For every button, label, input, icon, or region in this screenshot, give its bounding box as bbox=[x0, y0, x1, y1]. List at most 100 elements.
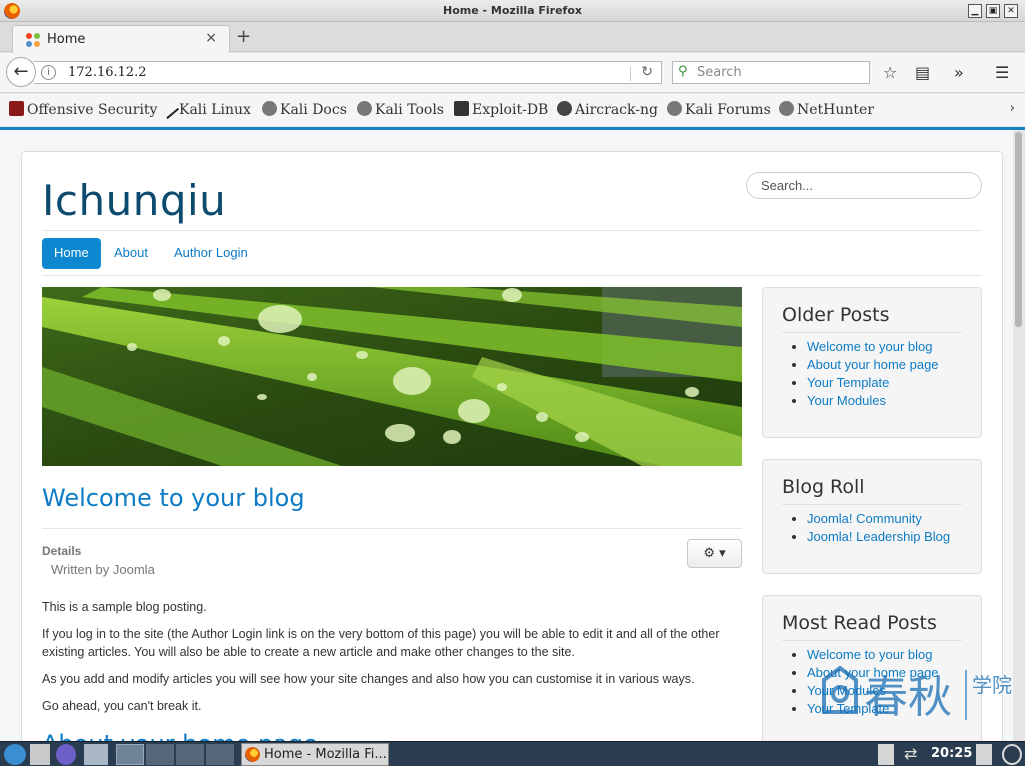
show-desktop-icon[interactable] bbox=[84, 744, 108, 765]
module-blog-roll: Blog Roll Joomla! Community Joomla! Lead… bbox=[762, 459, 982, 574]
bookmark-nethunter[interactable]: NetHunter bbox=[779, 101, 874, 118]
module-link[interactable]: Welcome to your blog bbox=[807, 338, 939, 356]
web-viewport: Ichunqiu Search... Home About Author Log… bbox=[0, 130, 1013, 741]
module-link[interactable]: Your Modules bbox=[807, 392, 939, 410]
globe-icon bbox=[357, 101, 372, 116]
nav-author-login[interactable]: Author Login bbox=[162, 238, 260, 269]
close-button[interactable]: ✕ bbox=[1004, 4, 1018, 18]
module-link[interactable]: Welcome to your blog bbox=[807, 646, 939, 664]
hamburger-menu-icon[interactable]: ☰ bbox=[995, 63, 1009, 82]
taskbar-firefox-task[interactable]: Home - Mozilla Fi... bbox=[241, 743, 389, 766]
overflow-chevron-icon[interactable]: » bbox=[954, 63, 964, 82]
kali-icon bbox=[157, 97, 180, 120]
workspace-1[interactable] bbox=[116, 744, 144, 765]
gear-icon: ⚙ bbox=[703, 546, 715, 561]
bookmark-kali-linux[interactable]: Kali Linux bbox=[157, 97, 251, 120]
exploitdb-icon bbox=[454, 101, 469, 116]
file-manager-icon[interactable] bbox=[30, 744, 50, 765]
bookmark-star-icon[interactable]: ☆ bbox=[883, 63, 897, 82]
globe-icon bbox=[667, 101, 682, 116]
globe-icon bbox=[779, 101, 794, 116]
reading-list-icon[interactable]: ▤ bbox=[915, 63, 930, 82]
module-older-posts: Older Posts Welcome to your blog About y… bbox=[762, 287, 982, 438]
clock[interactable]: 20:25 bbox=[931, 746, 972, 761]
header-divider bbox=[42, 230, 982, 231]
nav-divider bbox=[42, 275, 982, 276]
maximize-button[interactable]: ▣ bbox=[986, 4, 1000, 18]
browser-search-input[interactable]: ⚲ Search bbox=[672, 61, 870, 84]
browser-launcher-icon[interactable] bbox=[56, 744, 76, 765]
article-paragraph: As you add and modify articles you will … bbox=[42, 672, 695, 686]
new-tab-button[interactable]: + bbox=[236, 26, 251, 47]
nav-about[interactable]: About bbox=[102, 238, 160, 269]
scrollbar-thumb[interactable] bbox=[1015, 132, 1022, 327]
article-title-divider bbox=[42, 528, 742, 529]
tab-title: Home bbox=[47, 32, 86, 47]
site-container: Ichunqiu Search... Home About Author Log… bbox=[21, 151, 1003, 741]
module-link[interactable]: Your Template bbox=[807, 700, 939, 718]
nav-home[interactable]: Home bbox=[42, 238, 101, 269]
article-paragraph: This is a sample blog posting. bbox=[42, 600, 207, 614]
module-title: Most Read Posts bbox=[782, 612, 962, 641]
clipboard-icon[interactable] bbox=[878, 744, 894, 765]
joomla-icon bbox=[26, 33, 40, 47]
window-titlebar: Home - Mozilla Firefox ▁ ▣ ✕ bbox=[0, 0, 1025, 22]
search-engine-icon[interactable]: ⚲ bbox=[678, 64, 688, 79]
info-icon[interactable]: i bbox=[41, 65, 56, 80]
tab-close-icon[interactable]: × bbox=[205, 30, 217, 46]
window-title: Home - Mozilla Firefox bbox=[443, 4, 582, 17]
module-link[interactable]: Your Modules bbox=[807, 682, 939, 700]
module-link[interactable]: Your Template bbox=[807, 374, 939, 392]
module-link[interactable]: Joomla! Community bbox=[807, 510, 950, 528]
menu-launcher-icon[interactable] bbox=[4, 744, 26, 765]
bookmark-kali-tools[interactable]: Kali Tools bbox=[357, 101, 444, 118]
site-search-input[interactable]: Search... bbox=[746, 172, 982, 199]
bookmark-aircrack-ng[interactable]: Aircrack-ng bbox=[557, 101, 658, 118]
module-link[interactable]: Joomla! Leadership Blog bbox=[807, 528, 950, 546]
article-details-label: Details bbox=[42, 544, 82, 558]
bookmark-exploit-db[interactable]: Exploit-DB bbox=[454, 101, 548, 118]
workspace-4[interactable] bbox=[206, 744, 234, 765]
bookmarks-toolbar: Offensive Security Kali Linux Kali Docs … bbox=[0, 94, 1025, 126]
article-paragraph: If you log in to the site (the Author Lo… bbox=[42, 627, 720, 659]
page-scrollbar[interactable] bbox=[1013, 130, 1025, 741]
caret-down-icon: ▾ bbox=[719, 546, 726, 561]
tray-icon[interactable] bbox=[976, 744, 992, 765]
power-icon[interactable] bbox=[1002, 744, 1022, 765]
aircrack-icon bbox=[557, 101, 572, 116]
minimize-button[interactable]: ▁ bbox=[968, 4, 982, 18]
url-bar[interactable]: i 172.16.12.2 ↻ bbox=[34, 61, 662, 84]
module-most-read: Most Read Posts Welcome to your blog Abo… bbox=[762, 595, 982, 741]
article-author: Written by Joomla bbox=[51, 562, 155, 577]
workspace-2[interactable] bbox=[146, 744, 174, 765]
url-separator bbox=[630, 66, 631, 81]
bookmarks-overflow-icon[interactable]: › bbox=[1010, 101, 1015, 116]
module-title: Blog Roll bbox=[782, 476, 962, 505]
url-text[interactable]: 172.16.12.2 bbox=[68, 65, 147, 80]
workspace-3[interactable] bbox=[176, 744, 204, 765]
browser-search-placeholder: Search bbox=[697, 65, 742, 80]
module-title: Older Posts bbox=[782, 304, 962, 333]
module-link[interactable]: About your home page bbox=[807, 356, 939, 374]
navigation-toolbar: i 172.16.12.2 ↻ ← ⚲ Search ☆ ▤ » ☰ bbox=[0, 53, 1025, 93]
back-button[interactable]: ← bbox=[6, 57, 36, 87]
article-tools-button[interactable]: ⚙ ▾ bbox=[687, 539, 742, 568]
bookmark-kali-forums[interactable]: Kali Forums bbox=[667, 101, 771, 118]
bookmark-offensive-security[interactable]: Offensive Security bbox=[9, 101, 157, 118]
site-brand[interactable]: Ichunqiu bbox=[42, 176, 226, 225]
firefox-icon bbox=[245, 747, 260, 762]
tab-home[interactable]: Home × bbox=[12, 25, 230, 53]
module-link[interactable]: About your home page bbox=[807, 664, 939, 682]
article-title[interactable]: Welcome to your blog bbox=[42, 484, 305, 512]
hero-image bbox=[42, 287, 742, 466]
tab-bar: Home × bbox=[0, 22, 1025, 53]
bookmark-kali-docs[interactable]: Kali Docs bbox=[262, 101, 347, 118]
article-paragraph: Go ahead, you can't break it. bbox=[42, 699, 202, 713]
globe-icon bbox=[262, 101, 277, 116]
reload-icon[interactable]: ↻ bbox=[641, 64, 653, 80]
task-label: Home - Mozilla Fi... bbox=[264, 747, 387, 762]
os-taskbar: Home - Mozilla Fi... ⇄ 20:25 bbox=[0, 741, 1025, 766]
network-icon[interactable]: ⇄ bbox=[904, 744, 924, 765]
offsec-icon bbox=[9, 101, 24, 116]
next-article-title[interactable]: About your home page bbox=[42, 730, 318, 741]
